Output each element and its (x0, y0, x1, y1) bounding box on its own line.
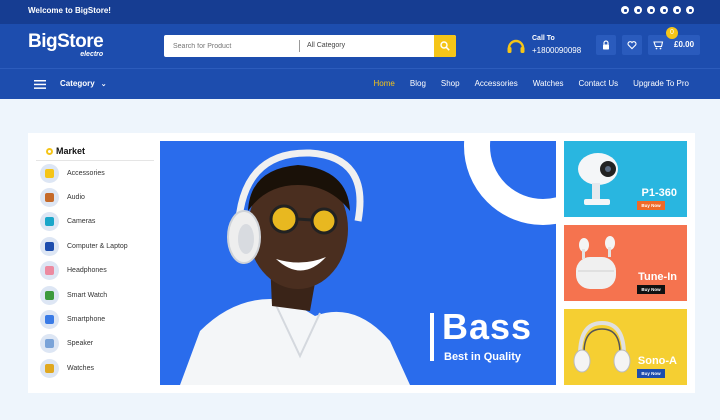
market-title: Market (36, 139, 154, 161)
category-label: Category (60, 79, 95, 88)
category-dropdown[interactable]: Category ⌄ (60, 79, 107, 88)
lock-icon (603, 40, 609, 50)
main-content: Market Accessories Audio Cameras Compute… (28, 133, 695, 393)
sidebar-item-label: Headphones (67, 267, 107, 275)
pinterest-icon[interactable] (634, 6, 642, 14)
promo-card-tune-in[interactable]: Tune-In Buy Now (564, 225, 687, 301)
search-input[interactable] (164, 35, 299, 57)
accessories-icon (40, 163, 59, 183)
cart-total: £0.00 (674, 40, 695, 49)
social-links (621, 6, 694, 14)
heart-icon (627, 41, 637, 50)
earbuds-image (576, 236, 616, 289)
call-number: +1800090098 (532, 46, 582, 55)
buy-now-button[interactable]: Buy Now (637, 369, 665, 378)
sidebar-item-label: Cameras (67, 218, 96, 226)
logo-brand: BigStore (28, 31, 104, 52)
search-divider (299, 40, 300, 52)
speaker-icon (40, 334, 59, 354)
logo-subtitle: electro (80, 51, 104, 58)
wishlist-button[interactable] (622, 35, 642, 55)
watch-icon (40, 358, 59, 378)
sidebar-item-label: Smart Watch (67, 291, 108, 299)
promo-name: Tune-In (638, 271, 677, 283)
skype-icon[interactable] (686, 6, 694, 14)
nav-item-shop[interactable]: Shop (441, 79, 460, 88)
smartphone-icon (40, 310, 59, 330)
search-bar: All Category (164, 35, 456, 57)
cart-count-badge: 0 (666, 27, 678, 39)
audio-icon (40, 188, 59, 208)
top-bar: Welcome to BigStore! (0, 0, 720, 24)
hero-person-image (180, 149, 410, 385)
sidebar-item-label: Computer & Laptop (67, 242, 128, 250)
header: BigStore electro All Category Call To +1… (0, 24, 720, 68)
hero-title-bar (430, 313, 434, 361)
buy-now-button[interactable]: Buy Now (637, 201, 665, 210)
promo-name: Sono-A (637, 355, 677, 367)
welcome-text: Welcome to BigStore! (28, 6, 111, 15)
smart-watch-icon (40, 285, 59, 305)
market-sidebar: Market Accessories Audio Cameras Compute… (36, 139, 154, 381)
nav-item-upgrade-to-pro[interactable]: Upgrade To Pro (633, 79, 689, 88)
hero-subtitle: Best in Quality (444, 351, 522, 363)
cart-icon (653, 41, 664, 50)
hero-banner[interactable]: Bass Best in Quality (160, 141, 556, 385)
sidebar-item-label: Watches (67, 364, 94, 372)
sidebar-item-audio[interactable]: Audio (36, 185, 154, 209)
cart-button[interactable]: 0 £0.00 (648, 27, 700, 55)
hero-title: Bass (442, 306, 533, 347)
sidebar-item-computer-laptop[interactable]: Computer & Laptop (36, 234, 154, 258)
sidebar-item-headphones[interactable]: Headphones (36, 259, 154, 283)
sidebar-item-accessories[interactable]: Accessories (36, 161, 154, 185)
sidebar-item-smart-watch[interactable]: Smart Watch (36, 283, 154, 307)
chevron-down-icon: ⌄ (100, 81, 107, 88)
nav-item-home[interactable]: Home (374, 79, 395, 88)
sidebar-item-cameras[interactable]: Cameras (36, 210, 154, 234)
nav-item-watches[interactable]: Watches (533, 79, 564, 88)
youtube-icon[interactable] (673, 6, 681, 14)
sidebar-item-smartphone[interactable]: Smartphone (36, 307, 154, 331)
sidebar-item-label: Audio (67, 194, 85, 202)
promo-card-sono-a[interactable]: Sono-A Buy Now (564, 309, 687, 385)
market-ring-icon (46, 148, 53, 155)
headset-icon (507, 39, 525, 53)
camera-icon (40, 212, 59, 232)
market-title-text: Market (56, 146, 86, 156)
search-button[interactable] (434, 35, 456, 57)
search-category-select[interactable]: All Category (307, 42, 345, 49)
promo-card-p1-360[interactable]: P1-360 Buy Now (564, 141, 687, 217)
promo-name: P1-360 (641, 187, 677, 199)
logo[interactable]: BigStore electro (28, 31, 104, 59)
laptop-icon (40, 236, 59, 256)
nav-item-blog[interactable]: Blog (410, 79, 426, 88)
search-icon (440, 41, 450, 51)
instagram-icon[interactable] (660, 6, 668, 14)
buy-now-button[interactable]: Buy Now (637, 285, 665, 294)
headphones-icon (40, 261, 59, 281)
call-label: Call To (532, 35, 555, 42)
hamburger-menu-icon[interactable] (34, 80, 46, 89)
facebook-icon[interactable] (621, 6, 629, 14)
nav-item-contact-us[interactable]: Contact Us (579, 79, 619, 88)
sidebar-item-label: Smartphone (67, 316, 106, 324)
security-camera-image (578, 153, 618, 205)
sidebar-item-speaker[interactable]: Speaker (36, 332, 154, 356)
main-nav: Category ⌄ Home Blog Shop Accessories Wat… (0, 68, 720, 99)
decorative-ring (464, 141, 556, 225)
account-button[interactable] (596, 35, 616, 55)
sidebar-item-label: Accessories (67, 169, 105, 177)
twitter-icon[interactable] (647, 6, 655, 14)
sidebar-item-label: Speaker (67, 340, 94, 348)
sidebar-item-watches[interactable]: Watches (36, 356, 154, 380)
nav-item-accessories[interactable]: Accessories (475, 79, 518, 88)
headphones-product-image (573, 320, 631, 373)
nav-menu: Home Blog Shop Accessories Watches Conta… (374, 79, 689, 88)
